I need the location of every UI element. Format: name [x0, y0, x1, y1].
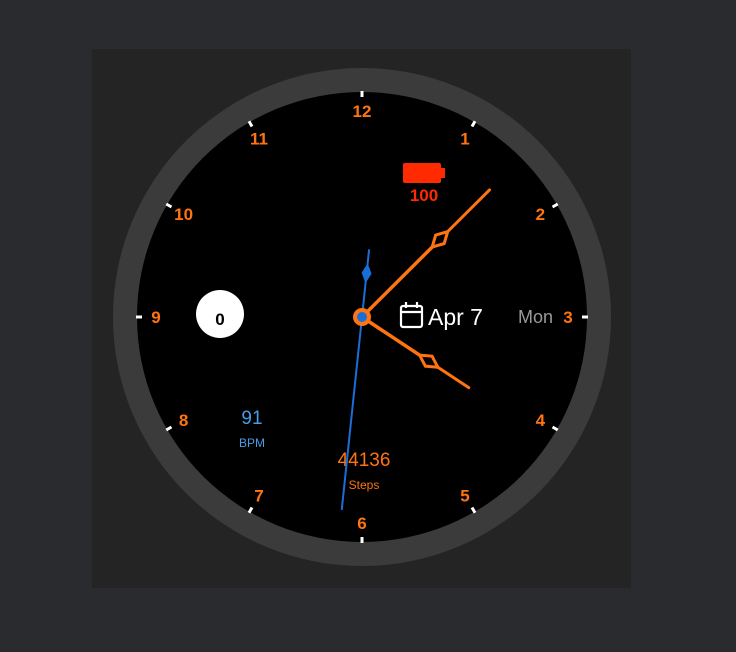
- hour-numeral-11: 11: [250, 130, 268, 149]
- heart-rate-value: 91: [241, 408, 262, 429]
- notification-count-complication[interactable]: 0: [196, 290, 244, 338]
- weekday-text: Mon: [518, 307, 553, 327]
- hour-numeral-12: 12: [353, 102, 372, 121]
- hour-numeral-5: 5: [460, 486, 469, 505]
- hour-numeral-3: 3: [563, 308, 572, 327]
- hour-numeral-8: 8: [179, 411, 188, 430]
- hour-numeral-9: 9: [151, 308, 160, 327]
- date-text: Apr 7: [428, 304, 483, 330]
- hour-numeral-2: 2: [536, 205, 545, 224]
- watch-face: 121234567891011 100 0 Apr 7 Mon 91 BPM 4…: [113, 68, 611, 566]
- hour-numeral-4: 4: [536, 411, 546, 430]
- battery-level-value: 100: [410, 186, 438, 205]
- hour-numeral-7: 7: [254, 486, 263, 505]
- hour-numeral-10: 10: [174, 205, 193, 224]
- hour-numeral-6: 6: [357, 514, 366, 533]
- steps-unit: Steps: [349, 478, 380, 492]
- notification-count-value: 0: [215, 310, 224, 329]
- hour-numeral-1: 1: [460, 130, 469, 149]
- center-cap: [353, 308, 371, 326]
- heart-rate-unit: BPM: [239, 436, 265, 450]
- watch-preview-canvas: 12 1 2 3 4 5 6 7 8 9 10 11 100 0 Apr 7 Mon: [92, 49, 631, 588]
- battery-full-icon: [403, 163, 445, 183]
